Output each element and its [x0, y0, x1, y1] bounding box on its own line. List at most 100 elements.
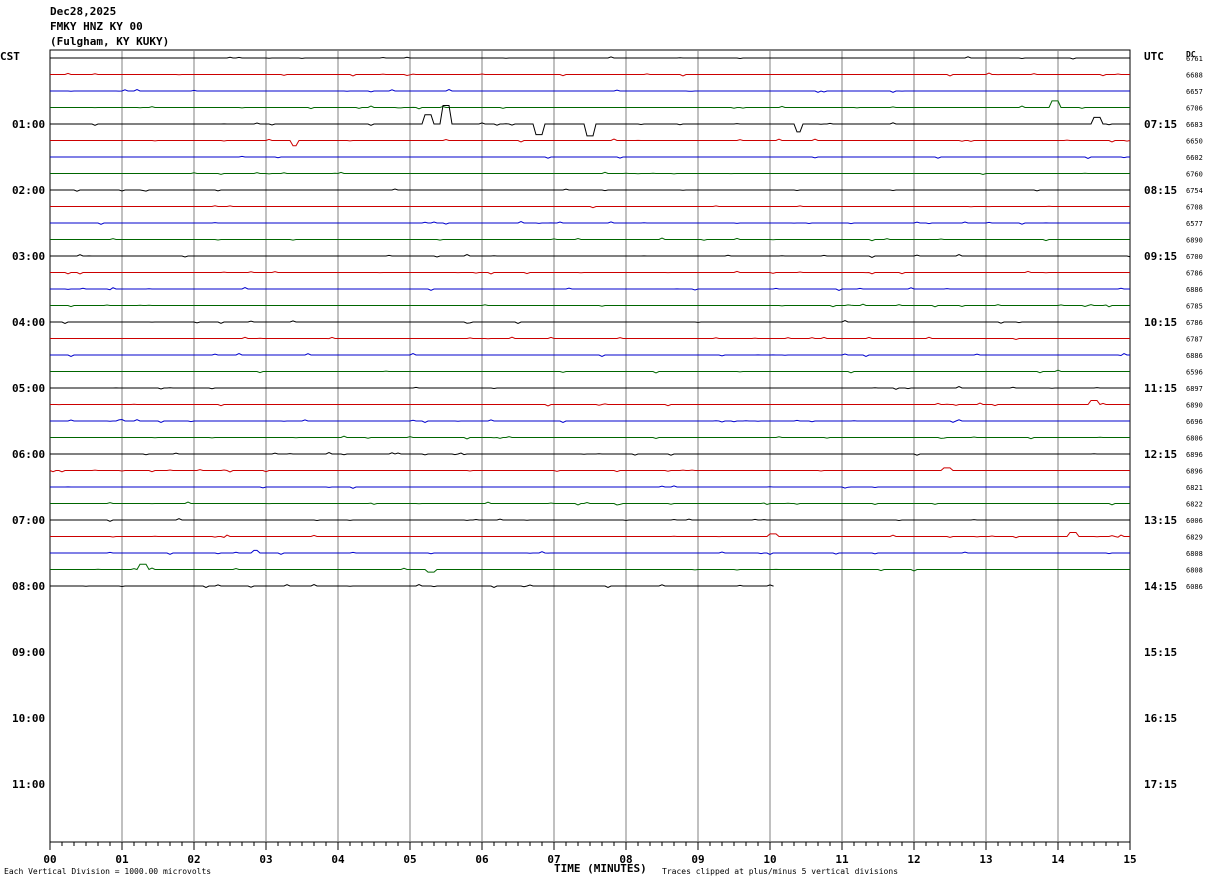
x-tick-label: 04: [331, 853, 345, 866]
right-hour-label: 16:15: [1144, 712, 1177, 725]
dc-offset-value: 6596: [1186, 369, 1203, 377]
trace-row: [50, 100, 1130, 110]
x-tick-label: 00: [43, 853, 56, 866]
trace-row: [50, 319, 1130, 324]
dc-label: DC: [1186, 50, 1196, 59]
left-hour-label: 10:00: [12, 712, 45, 725]
x-tick-label: 05: [403, 853, 416, 866]
x-axis-title: TIME (MINUTES): [554, 862, 647, 875]
dc-offset-value: 6787: [1186, 336, 1203, 344]
trace-row: [50, 237, 1130, 242]
trace-row: [50, 205, 1130, 209]
dc-offset-value: 6657: [1186, 88, 1203, 96]
trace-row: [50, 532, 1130, 539]
left-hour-label: 08:00: [12, 580, 45, 593]
trace-row: [50, 435, 1130, 440]
trace-row: [50, 518, 1130, 522]
x-tick-label: 02: [187, 853, 200, 866]
trace-row: [50, 400, 1130, 407]
right-hour-label: 17:15: [1144, 778, 1177, 791]
dc-offset-value: 6786: [1186, 319, 1203, 327]
dc-offset-value: 6896: [1186, 451, 1203, 459]
left-hour-label: 07:00: [12, 514, 45, 527]
dc-offset-value: 6706: [1186, 105, 1203, 113]
trace-row: [50, 188, 1130, 192]
trace-row: [50, 303, 1130, 308]
right-timezone-label: UTC: [1144, 50, 1164, 63]
dc-offset-value: 6808: [1186, 567, 1203, 575]
right-hour-label: 10:15: [1144, 316, 1177, 329]
dc-offset-value: 6754: [1186, 187, 1203, 195]
dc-offset-value: 6006: [1186, 517, 1203, 525]
trace-row: [50, 56, 1130, 60]
dc-offset-value: 6896: [1186, 468, 1203, 476]
helicorder-plot: 00 01 02 03 04 05 06 07 08 09 10 11 12 13 14 1501:00 07:…: [12, 49, 1203, 866]
dc-offset-value: 6602: [1186, 154, 1203, 162]
trace-row: [50, 253, 1131, 258]
trace-row: [50, 452, 1130, 456]
left-hour-label: 06:00: [12, 448, 45, 461]
dc-offset-value: 6785: [1186, 303, 1203, 311]
trace-row: [50, 485, 1130, 489]
left-hour-label: 11:00: [12, 778, 45, 791]
x-tick-label: 11: [835, 853, 849, 866]
trace-row: [50, 105, 1130, 137]
station-location: (Fulgham, KY KUKY): [50, 35, 170, 48]
trace-row: [50, 72, 1130, 77]
dc-offset-value: 6886: [1186, 352, 1203, 360]
trace-row: [50, 385, 1130, 390]
trace-row: [50, 336, 1130, 341]
dc-offset-value: 6806: [1186, 435, 1203, 443]
trace-row: [50, 369, 1130, 374]
dc-offset-value: 6786: [1186, 270, 1203, 278]
plot-frame: [49, 49, 1131, 843]
x-tick-label: 06: [475, 853, 489, 866]
x-tick-label: 13: [979, 853, 992, 866]
right-hour-label: 12:15: [1144, 448, 1177, 461]
trace-row: [50, 501, 1130, 506]
left-hour-label: 05:00: [12, 382, 45, 395]
trace-row: [50, 353, 1130, 357]
right-hour-label: 15:15: [1144, 646, 1177, 659]
right-hour-label: 11:15: [1144, 382, 1177, 395]
plot-date: Dec28,2025: [50, 5, 117, 18]
x-tick-label: 09: [691, 853, 704, 866]
trace-row: [50, 155, 1130, 159]
right-hour-label: 08:15: [1144, 184, 1177, 197]
dc-offset-value: 6897: [1186, 385, 1203, 393]
seismic-traces: [49, 56, 1131, 589]
trace-row: [50, 286, 1130, 291]
right-hour-label: 07:15: [1144, 118, 1177, 131]
trace-row: [50, 270, 1130, 275]
minute-gridlines: [49, 49, 1131, 850]
dc-offset-value: 6683: [1186, 121, 1203, 129]
dc-offset-value: 6808: [1186, 550, 1203, 558]
dc-offset-value: 6829: [1186, 534, 1203, 542]
left-hour-label: 02:00: [12, 184, 45, 197]
station-name: FMKY HNZ KY 00: [50, 20, 143, 33]
trace-row: [49, 467, 1130, 473]
dc-offset-value: 6886: [1186, 286, 1203, 294]
trace-row: [50, 88, 1130, 93]
right-hour-label: 14:15: [1144, 580, 1177, 593]
dc-offset-value: 6650: [1186, 138, 1203, 146]
dc-offset-value: 6700: [1186, 253, 1203, 261]
left-timezone-label: CST: [0, 50, 20, 63]
trace-row: [50, 549, 1130, 555]
x-tick-label: 12: [907, 853, 920, 866]
scale-note: Each Vertical Division = 1000.00 microvo…: [4, 867, 212, 876]
time-labels: 00 01 02 03 04 05 06 07 08 09 10 11 12 13 14 1501:00 07:…: [12, 55, 1203, 866]
left-hour-label: 03:00: [12, 250, 45, 263]
trace-row: [50, 221, 1130, 225]
dc-offset-value: 6890: [1186, 237, 1203, 245]
dc-offset-value: 6760: [1186, 171, 1203, 179]
dc-offset-value: 6577: [1186, 220, 1203, 228]
trace-row: [50, 138, 1131, 147]
x-tick-label: 03: [259, 853, 272, 866]
left-hour-label: 01:00: [12, 118, 45, 131]
dc-offset-value: 6890: [1186, 402, 1203, 410]
x-tick-label: 10: [763, 853, 776, 866]
right-hour-label: 09:15: [1144, 250, 1177, 263]
x-tick-label: 14: [1051, 853, 1065, 866]
dc-offset-value: 6821: [1186, 484, 1203, 492]
